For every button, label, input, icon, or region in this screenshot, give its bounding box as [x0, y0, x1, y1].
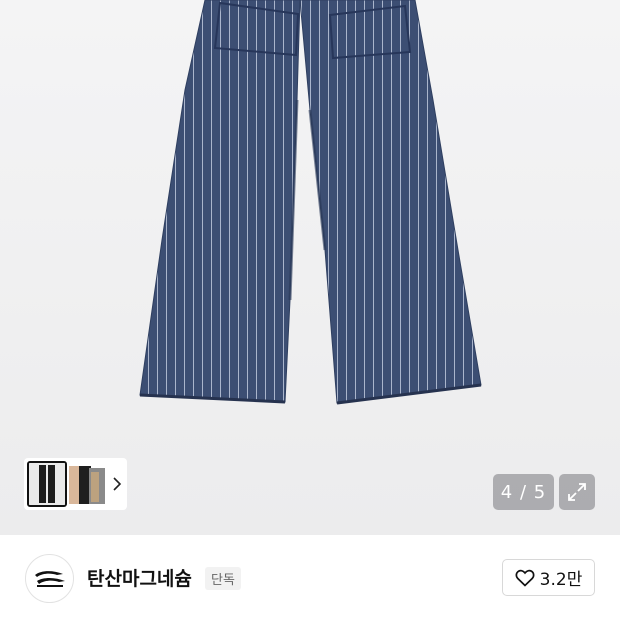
product-photo: [139, 0, 482, 405]
brand-logo[interactable]: [25, 554, 74, 603]
expand-icon: [568, 483, 586, 501]
brand-name[interactable]: 탄산마그네슘: [87, 564, 192, 591]
expand-button[interactable]: [559, 474, 595, 510]
like-button[interactable]: 3.2만: [502, 559, 595, 596]
exclusive-badge: 단독: [205, 567, 241, 590]
thumbnail-more[interactable]: [69, 462, 105, 506]
chevron-right-icon[interactable]: [111, 477, 123, 491]
image-counter: 4 / 5: [493, 474, 554, 510]
heart-icon: [515, 569, 535, 587]
brand-logo-mark: [34, 570, 65, 587]
product-image-gallery[interactable]: 4 / 5: [0, 0, 620, 535]
thumbnail-strip[interactable]: [24, 458, 127, 510]
thumbnail-selected[interactable]: [27, 461, 67, 507]
like-count: 3.2만: [539, 570, 583, 590]
